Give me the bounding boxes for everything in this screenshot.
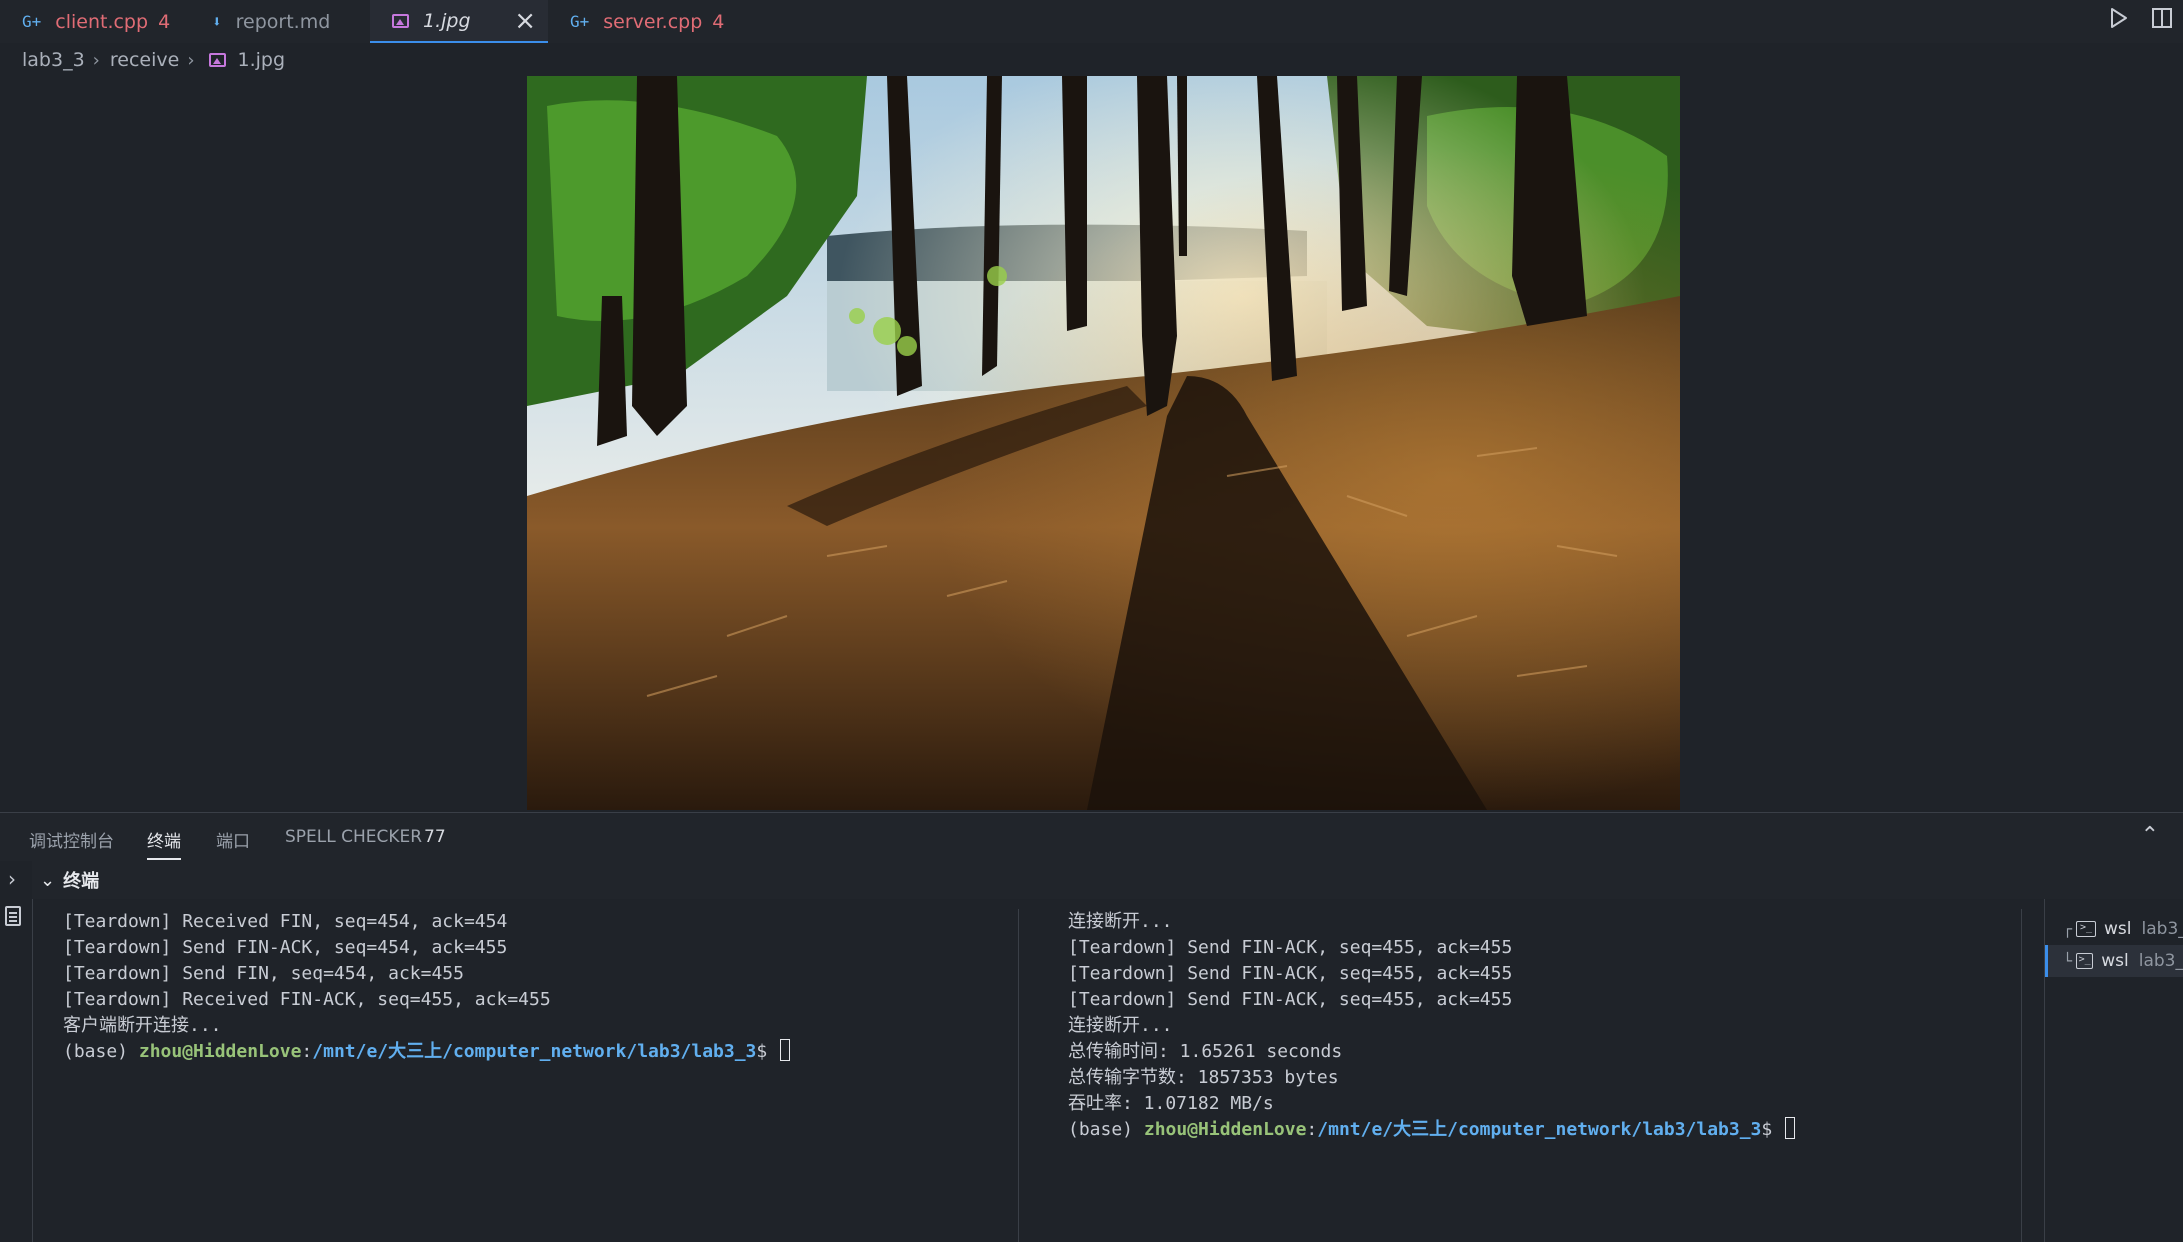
chevron-up-icon[interactable]: ⌃ [2141,823,2159,848]
markdown-file-icon: ⬇ [212,12,222,31]
terminal-line: 总传输字节数: 1857353 bytes [1068,1067,1339,1088]
terminal-icon: >_ [2076,953,2094,969]
terminal-line: 总传输时间: 1.65261 seconds [1068,1041,1343,1062]
forest-photo [527,76,1680,810]
terminal-line: [Teardown] Send FIN-ACK, seq=455, ack=45… [1068,989,1513,1010]
terminal-line: [Teardown] Send FIN-ACK, seq=455, ack=45… [1068,937,1513,958]
terminal-section-header[interactable]: ⌄ 终端 [32,861,2183,899]
spell-checker-count: 77 [424,827,446,847]
terminal-tabs-list: ┌ >_ wsl lab3_ └ >_ wsl lab3_ [2044,899,2183,1242]
terminal-line: 连接断开... [1068,1015,1173,1036]
terminal-cursor [780,1039,791,1061]
breadcrumb-folder-receive[interactable]: receive [110,49,179,71]
tab-label: server.cpp [603,10,703,33]
terminal-list-item[interactable]: ┌ >_ wsl lab3_ [2063,913,2183,945]
tree-connector: └ [2063,952,2073,970]
run-icon[interactable] [2109,7,2129,29]
tab-label: report.md [235,10,331,33]
prompt-sep: : [301,1041,313,1062]
tab-client-cpp[interactable]: G+ client.cpp 4 [0,0,186,43]
panel-side-gutter: › [0,861,33,1242]
tab-spell-checker[interactable]: SPELL CHECKER [285,827,422,847]
tab-ports[interactable]: 端口 [216,827,250,852]
prompt-suffix: $ [1761,1119,1784,1140]
terminal-line: [Teardown] Send FIN-ACK, seq=455, ack=45… [1068,963,1513,984]
terminal-output: [Teardown] Received FIN, seq=454, ack=45… [63,909,791,1065]
terminal-name: wsl [2104,919,2132,939]
pane-scrollbar-right[interactable] [2021,909,2022,1242]
chevron-right-icon[interactable]: › [8,867,16,891]
terminal-section-title: 终端 [63,871,100,892]
breadcrumb-file-1-jpg[interactable]: 1.jpg [238,49,286,71]
terminal-list-item[interactable]: └ >_ wsl lab3_ [2045,945,2183,977]
chevron-right-icon: › [187,49,195,71]
editor-actions [2109,0,2173,36]
image-file-icon [392,13,409,28]
chevron-right-icon: › [92,49,100,71]
chevron-down-icon: ⌄ [40,869,56,891]
prompt-user: zhou@HiddenLove [138,1041,302,1062]
problems-badge: 4 [712,10,725,33]
terminal-icon: >_ [2076,921,2097,937]
prompt-user: zhou@HiddenLove [1143,1119,1307,1140]
editor-tab-bar: G+ client.cpp 4 ⬇ report.md 1.jpg × G+ s… [0,0,2183,43]
tab-debug-console[interactable]: 调试控制台 [29,827,114,852]
tab-1-jpg[interactable]: 1.jpg × [370,0,548,43]
terminal-cwd: lab3_ [2138,951,2183,971]
cpp-file-icon: G+ [570,12,590,31]
tab-label: 1.jpg [423,9,471,32]
terminal-line: [Teardown] Received FIN-ACK, seq=455, ac… [63,989,551,1010]
image-file-icon [208,53,226,67]
cpp-file-icon: G+ [22,12,42,31]
terminal-line: [Teardown] Received FIN, seq=454, ack=45… [63,911,508,932]
breadcrumb: lab3_3 › receive › 1.jpg [22,48,285,72]
terminal-name: wsl [2101,951,2129,971]
tab-report-md[interactable]: ⬇ report.md [186,0,370,43]
prompt-prefix: (base) [1068,1119,1144,1140]
prompt-sep: : [1306,1119,1318,1140]
terminal-pane-left[interactable]: [Teardown] Received FIN, seq=454, ack=45… [33,899,1018,1242]
tab-terminal[interactable]: 终端 [147,827,181,860]
prompt-suffix: $ [756,1041,779,1062]
terminal-line: [Teardown] Send FIN, seq=454, ack=455 [63,963,464,984]
terminal-prompt[interactable]: (base) zhou@HiddenLove:/mnt/e/大三上/comput… [63,1039,791,1065]
tree-connector: ┌ [2063,920,2073,938]
problems-badge: 4 [158,10,171,33]
prompt-path: /mnt/e/大三上/computer_network/lab3/lab3_3 [1317,1119,1762,1140]
terminal-output-icon[interactable] [5,906,21,926]
close-icon[interactable]: × [514,6,536,36]
terminal-line: 连接断开... [1068,911,1173,932]
image-preview [527,76,1680,810]
terminal-cwd: lab3_ [2141,919,2183,939]
terminal-pane-right[interactable]: 连接断开... [Teardown] Send FIN-ACK, seq=455,… [1038,899,2021,1242]
terminal-line: 吞吐率: 1.07182 MB/s [1068,1093,1274,1114]
breadcrumb-folder-lab3-3[interactable]: lab3_3 [22,49,85,71]
terminal-cursor [1785,1117,1796,1139]
terminal-prompt[interactable]: (base) zhou@HiddenLove:/mnt/e/大三上/comput… [1068,1117,1796,1143]
terminal-line: 客户端断开连接... [63,1015,222,1036]
terminal-line: [Teardown] Send FIN-ACK, seq=454, ack=45… [63,937,508,958]
panel-tab-bar: 调试控制台 终端 端口 SPELL CHECKER 77 ⌃ [0,813,2183,861]
tab-label: client.cpp [55,10,149,33]
split-editor-icon[interactable] [2151,7,2173,29]
prompt-prefix: (base) [63,1041,139,1062]
pane-scrollbar-left[interactable] [1018,909,1019,1242]
terminal-output: 连接断开... [Teardown] Send FIN-ACK, seq=455,… [1068,909,1796,1143]
tab-server-cpp[interactable]: G+ server.cpp 4 [548,0,743,43]
prompt-path: /mnt/e/大三上/computer_network/lab3/lab3_3 [312,1041,757,1062]
